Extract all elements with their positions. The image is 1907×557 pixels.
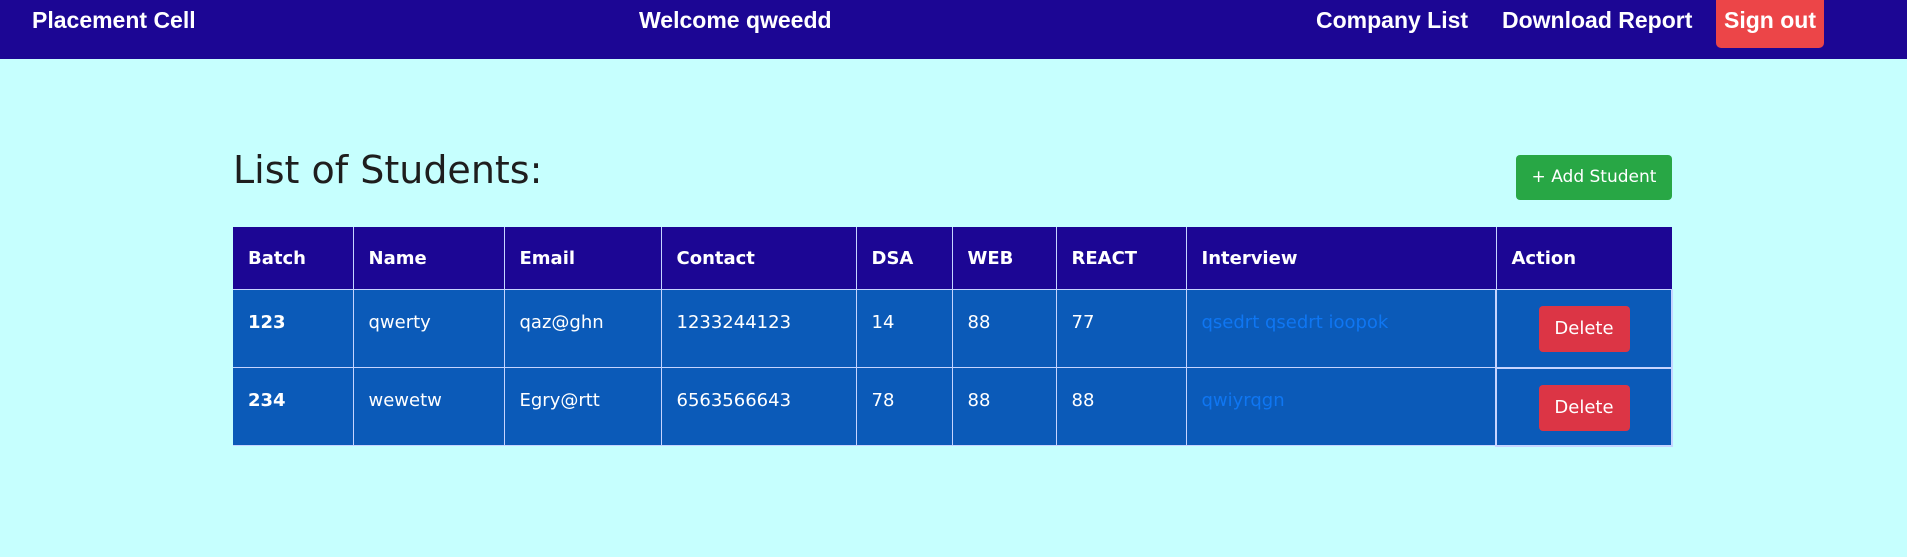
- cell-action: Delete: [1495, 289, 1673, 369]
- students-table: Batch Name Email Contact DSA WEB REACT I…: [233, 227, 1673, 447]
- cell-batch: 234: [233, 367, 353, 446]
- cell-action: Delete: [1495, 367, 1673, 447]
- cell-contact: 1233244123: [660, 289, 856, 368]
- company-list-link[interactable]: Company List: [1316, 7, 1468, 34]
- delete-button[interactable]: Delete: [1538, 306, 1630, 352]
- table-row: 234 wewetw Egry@rtt 6563566643 78 88 88 …: [233, 367, 1673, 447]
- column-header-batch: Batch: [233, 227, 353, 290]
- interview-link[interactable]: qwiyrqgn: [1185, 367, 1496, 446]
- cell-name: qwerty: [352, 289, 504, 368]
- column-header-action: Action: [1495, 227, 1672, 290]
- add-student-button[interactable]: + Add Student: [1516, 155, 1672, 200]
- welcome-message: Welcome qweedd: [639, 7, 832, 33]
- cell-name: wewetw: [352, 367, 504, 446]
- cell-email: Egry@rtt: [503, 367, 661, 446]
- cell-react: 77: [1055, 289, 1186, 368]
- download-report-link[interactable]: Download Report: [1502, 7, 1692, 34]
- column-header-react: REACT: [1055, 227, 1186, 290]
- column-header-contact: Contact: [660, 227, 856, 290]
- table-row: 123 qwerty qaz@ghn 1233244123 14 88 77 q…: [233, 289, 1673, 369]
- cell-dsa: 14: [855, 289, 952, 368]
- column-header-interview: Interview: [1185, 227, 1496, 290]
- cell-react: 88: [1055, 367, 1186, 446]
- column-header-dsa: DSA: [855, 227, 952, 290]
- page-title: List of Students:: [233, 148, 543, 192]
- brand-link[interactable]: Placement Cell: [32, 7, 196, 34]
- cell-dsa: 78: [855, 367, 952, 446]
- cell-contact: 6563566643: [660, 367, 856, 446]
- sign-out-button[interactable]: Sign out: [1716, 0, 1824, 48]
- column-header-name: Name: [352, 227, 504, 290]
- cell-web: 88: [951, 367, 1056, 446]
- table-header-row: Batch Name Email Contact DSA WEB REACT I…: [233, 227, 1672, 290]
- column-header-web: WEB: [951, 227, 1056, 290]
- cell-batch: 123: [233, 289, 353, 368]
- cell-web: 88: [951, 289, 1056, 368]
- cell-email: qaz@ghn: [503, 289, 661, 368]
- top-navbar: Placement Cell Welcome qweedd Company Li…: [0, 0, 1907, 59]
- interview-link[interactable]: qsedrt qsedrt ioopok: [1185, 289, 1496, 368]
- delete-button[interactable]: Delete: [1538, 384, 1630, 431]
- column-header-email: Email: [503, 227, 661, 290]
